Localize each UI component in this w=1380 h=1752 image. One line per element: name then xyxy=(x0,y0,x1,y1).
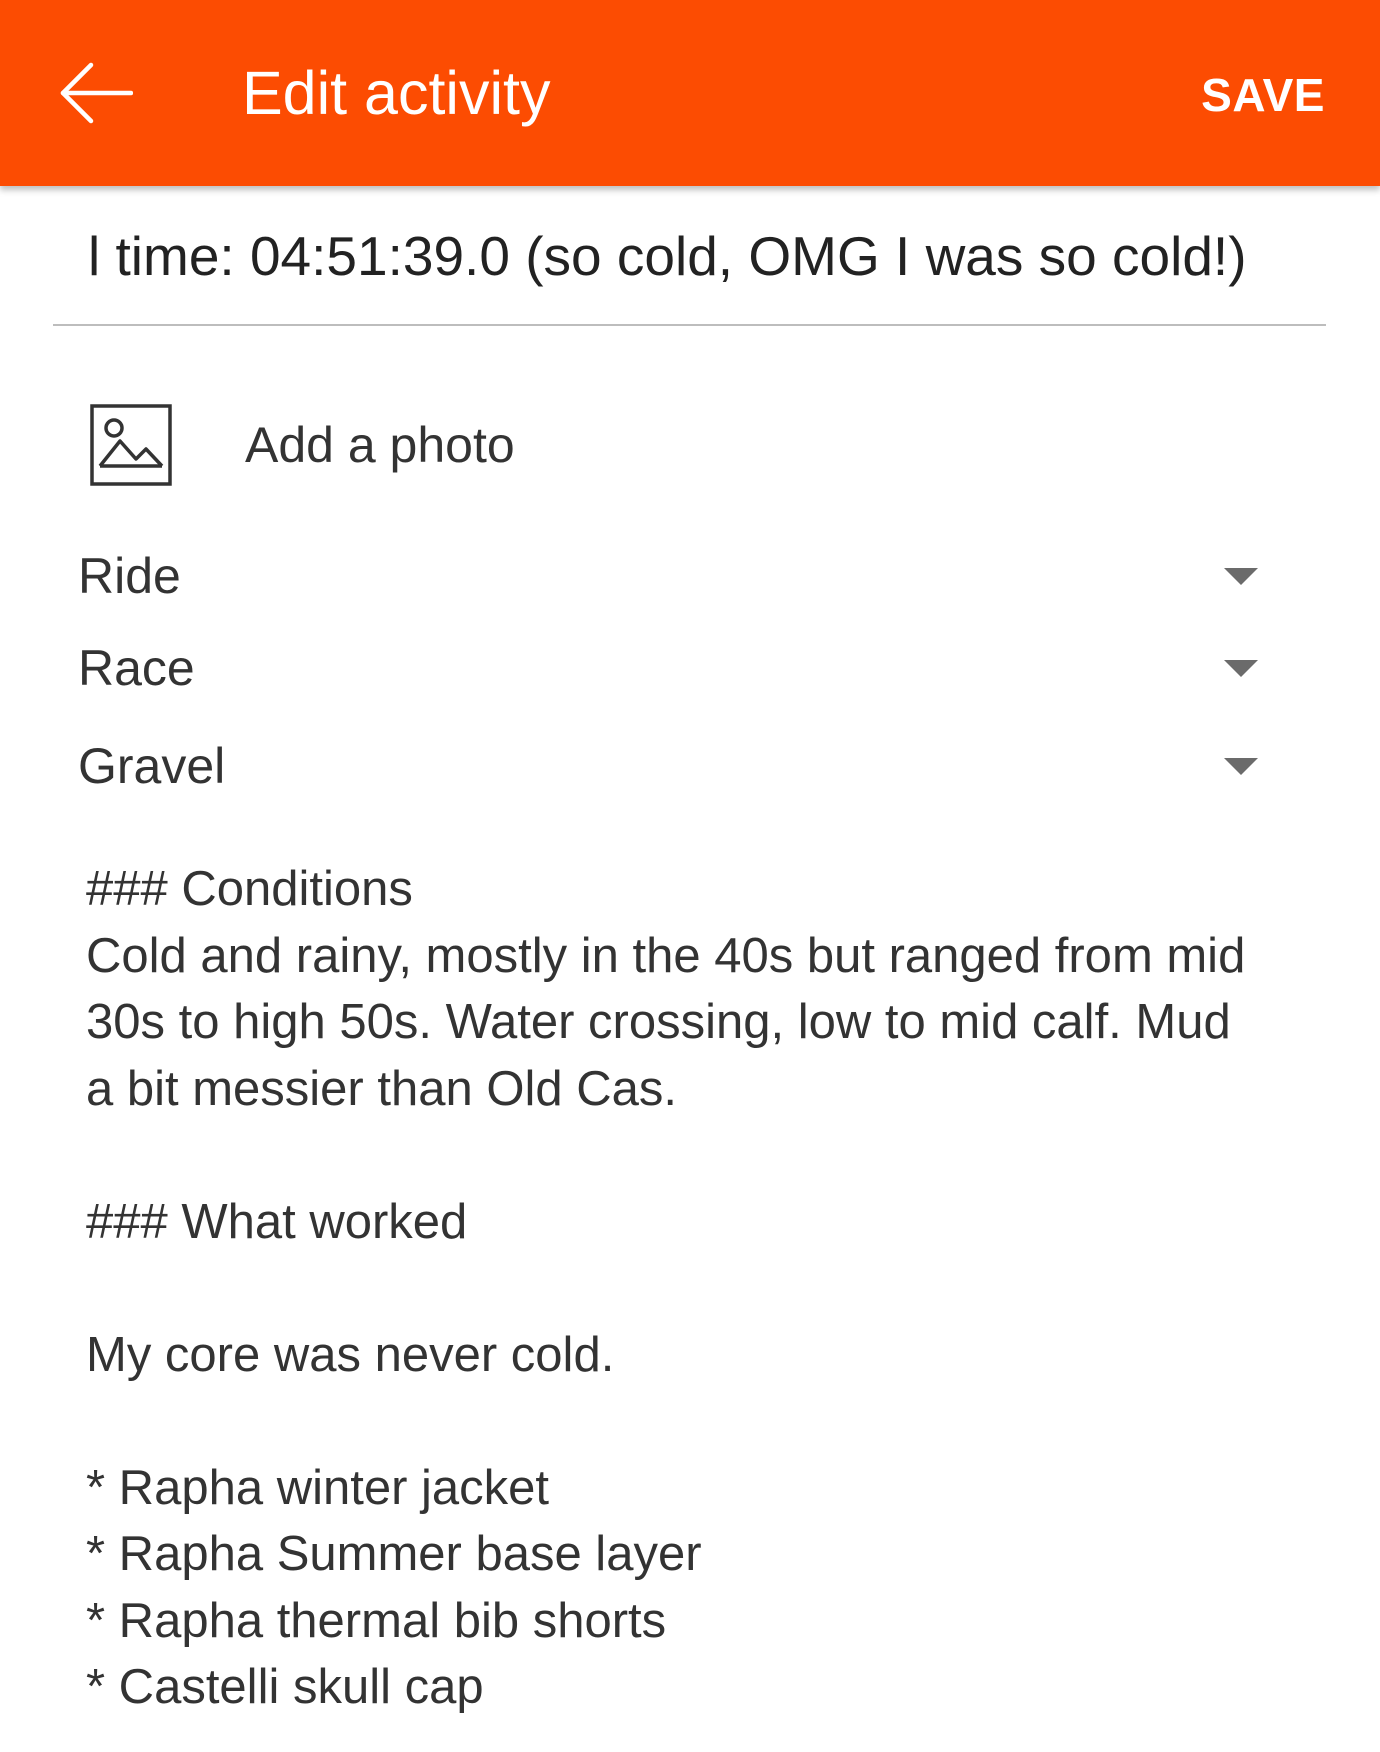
dropdown-arrow-icon xyxy=(1224,757,1258,775)
description-line xyxy=(86,1388,1326,1455)
description-line: ### Conditions xyxy=(86,862,413,916)
description-line: * Rapha Summer base layer xyxy=(86,1527,702,1581)
bike-type-select[interactable]: Gravel xyxy=(78,726,1268,806)
add-photo-button[interactable]: Add a photo xyxy=(90,404,1290,486)
description-line: Cold and rainy, mostly in the 40s but ra… xyxy=(86,928,1246,983)
dropdown-arrow-icon xyxy=(1224,567,1258,585)
save-button[interactable]: SAVE xyxy=(1201,0,1325,186)
app-bar: Edit activity SAVE xyxy=(0,0,1380,186)
description-line: My core was never cold. xyxy=(86,1327,615,1382)
workout-type-value: Race xyxy=(78,640,195,696)
image-icon xyxy=(90,404,172,486)
arrow-left-icon xyxy=(60,62,133,124)
bike-type-value: Gravel xyxy=(78,738,226,794)
description-line: * Rapha winter jacket xyxy=(86,1460,550,1515)
description-line xyxy=(86,1122,1326,1189)
activity-title-input[interactable] xyxy=(88,212,1326,300)
description-line: a bit messier than Old Cas. xyxy=(86,1061,677,1116)
description-line: 30s to high 50s. Water crossing, low to … xyxy=(86,995,1231,1049)
description-line: * Rapha thermal bib shorts xyxy=(86,1593,667,1648)
description-field[interactable]: ### Conditions Cold and rainy, mostly in… xyxy=(86,856,1326,1736)
sport-type-select[interactable]: Ride xyxy=(78,536,1268,616)
description-line: ### What worked xyxy=(86,1194,468,1249)
page-title: Edit activity xyxy=(242,59,551,127)
back-button[interactable] xyxy=(48,45,144,141)
description-line: * Castelli skull cap xyxy=(86,1660,484,1714)
description-line xyxy=(86,1255,1326,1322)
activity-title-field[interactable] xyxy=(53,212,1326,326)
dropdown-arrow-icon xyxy=(1224,659,1258,677)
workout-type-select[interactable]: Race xyxy=(78,628,1268,708)
sport-type-value: Ride xyxy=(78,548,181,604)
add-photo-label: Add a photo xyxy=(245,417,515,473)
